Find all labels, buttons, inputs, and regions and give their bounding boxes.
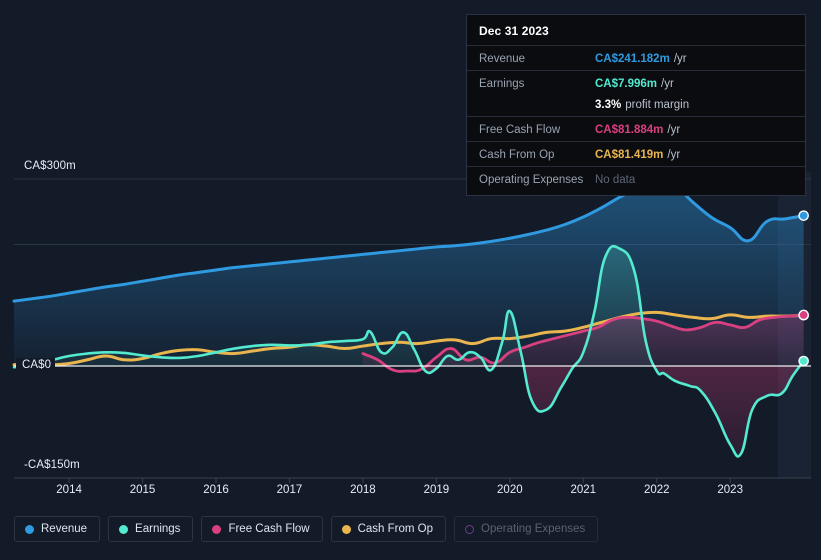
tooltip-row-label: Cash From Op bbox=[479, 149, 555, 161]
tooltip-row-value-group: CA$81.419m/yr bbox=[595, 145, 680, 163]
x-axis-tick-2017: 2017 bbox=[276, 484, 303, 496]
financial-history-chart: CA$300m CA$0 -CA$150m 2014 2015 2016 2017 20… bbox=[0, 0, 821, 560]
tooltip-row: 3.3% profit margin bbox=[467, 95, 805, 116]
tooltip-row-value: CA$81.884m bbox=[595, 124, 664, 136]
tooltip-row-value-group: 3.3% profit margin bbox=[595, 95, 689, 113]
legend-item-free-cash-flow[interactable]: Free Cash Flow bbox=[201, 516, 323, 542]
tooltip-rows: Revenue CA$241.182m/yr Earnings CA$7.996m/y… bbox=[467, 45, 805, 191]
tooltip-row-value: 3.3% bbox=[595, 99, 622, 111]
endpoint-marker-free-cash-flow bbox=[798, 309, 809, 321]
tooltip-row-value-group: No data bbox=[595, 170, 635, 188]
tooltip-row-value-group: CA$7.996m/yr bbox=[595, 74, 674, 92]
tooltip-row-value: No data bbox=[595, 174, 636, 186]
legend-item-cash-from-op[interactable]: Cash From Op bbox=[330, 516, 447, 542]
tooltip-row: Cash From Op CA$81.419m/yr bbox=[467, 141, 805, 166]
x-axis-tick-2023: 2023 bbox=[717, 484, 743, 496]
tooltip-row-suffix: /yr bbox=[661, 78, 674, 90]
tooltip-row-label: Free Cash Flow bbox=[479, 124, 561, 136]
chart-legend[interactable]: Revenue Earnings Free Cash Flow Cash From O… bbox=[14, 516, 599, 542]
legend-item-label: Earnings bbox=[135, 523, 181, 535]
x-axis-tick-2014: 2014 bbox=[56, 484, 82, 496]
y-axis-label-bottom: -CA$150m bbox=[18, 458, 84, 472]
tooltip-row-value: CA$241.182m bbox=[595, 53, 670, 65]
legend-item-label: Cash From Op bbox=[357, 523, 434, 535]
legend-color-swatch-icon bbox=[119, 524, 129, 534]
tooltip-row-value-group: CA$81.884m/yr bbox=[595, 120, 680, 138]
legend-item-label: Free Cash Flow bbox=[228, 523, 310, 535]
data-tooltip: Dec 31 2023 Revenue CA$241.182m/yr Earning… bbox=[466, 14, 806, 196]
tooltip-row-value: CA$7.996m bbox=[595, 78, 658, 90]
legend-item-label: Revenue bbox=[41, 523, 88, 535]
x-axis-tick-2018: 2018 bbox=[350, 484, 376, 496]
tooltip-row-suffix: /yr bbox=[667, 149, 681, 161]
x-axis-tick-2022: 2022 bbox=[643, 484, 670, 496]
tooltip-row: Revenue CA$241.182m/yr bbox=[467, 45, 805, 70]
tooltip-row-label: Operating Expenses bbox=[479, 174, 584, 186]
x-axis-tick-2019: 2019 bbox=[423, 484, 450, 496]
x-axis-tick-2021: 2021 bbox=[570, 484, 597, 496]
x-axis-labels: 2014 2015 2016 2017 2018 2019 2020 2021 2022 2023 bbox=[0, 484, 821, 502]
tooltip-row: Earnings CA$7.996m/yr bbox=[467, 70, 805, 95]
legend-item-label: Operating Expenses bbox=[481, 523, 586, 535]
tooltip-row: Free Cash Flow CA$81.884m/yr bbox=[467, 116, 805, 141]
tooltip-row-label: Earnings bbox=[479, 78, 525, 90]
legend-color-swatch-icon bbox=[465, 524, 475, 534]
tooltip-row: Operating Expenses No data bbox=[467, 166, 805, 191]
endpoint-marker-earnings bbox=[798, 355, 809, 367]
x-axis-tick-2016: 2016 bbox=[203, 484, 229, 496]
tooltip-row-suffix: /yr bbox=[667, 124, 681, 136]
tooltip-row-suffix: /yr bbox=[673, 53, 687, 65]
tooltip-date: Dec 31 2023 bbox=[479, 24, 549, 38]
legend-color-swatch-icon bbox=[212, 524, 222, 534]
legend-color-swatch-icon bbox=[341, 524, 351, 534]
y-axis-label-top: CA$300m bbox=[18, 159, 80, 173]
tooltip-row-label: Revenue bbox=[479, 53, 526, 65]
endpoint-marker-revenue bbox=[798, 210, 809, 221]
x-axis-tick-2015: 2015 bbox=[129, 484, 156, 496]
tooltip-row-value: CA$81.419m bbox=[595, 149, 664, 161]
legend-color-swatch-icon bbox=[25, 524, 34, 534]
legend-item-revenue[interactable]: Revenue bbox=[14, 516, 101, 542]
tooltip-row-suffix: profit margin bbox=[625, 99, 690, 111]
legend-item-earnings[interactable]: Earnings bbox=[108, 516, 194, 542]
x-axis-tick-2020: 2020 bbox=[497, 484, 523, 496]
legend-item-operating-expenses[interactable]: Operating Expenses bbox=[454, 516, 599, 542]
y-axis-label-zero: CA$0 bbox=[16, 358, 56, 372]
tooltip-row-value-group: CA$241.182m/yr bbox=[595, 49, 687, 67]
